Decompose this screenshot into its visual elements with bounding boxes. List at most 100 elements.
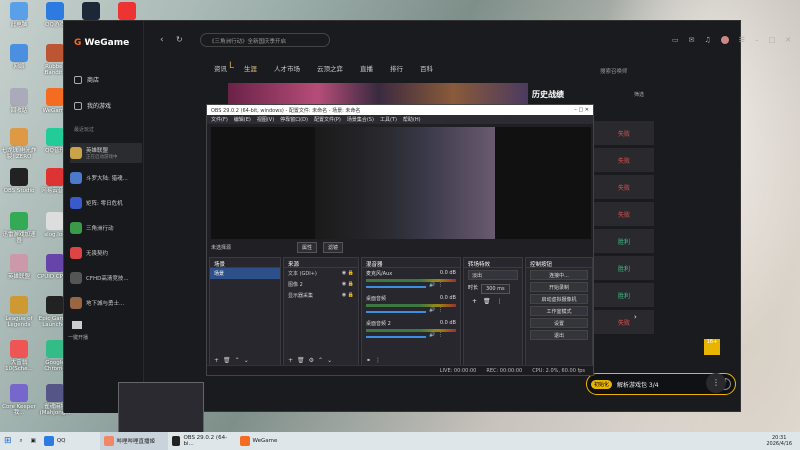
menu-icon[interactable]: ⋮ <box>497 298 503 305</box>
broadcast-icon[interactable] <box>72 321 82 329</box>
delete-icon[interactable]: 🗑 <box>297 357 305 364</box>
game-item[interactable]: 无畏契约 <box>70 243 142 263</box>
desktop-icon[interactable] <box>108 2 146 22</box>
obs-preview[interactable] <box>211 127 591 239</box>
add-icon[interactable]: + <box>214 357 219 364</box>
match-result[interactable]: 胜利 <box>594 256 654 280</box>
filter-button[interactable]: 筛选 <box>634 91 644 98</box>
move-down-icon[interactable]: ⌄ <box>327 357 332 364</box>
settings-icon[interactable]: ⚙ <box>309 357 314 364</box>
desktop-icon[interactable]: Core Keeper 我... <box>0 384 38 416</box>
task-view-icon[interactable]: ▣ <box>27 432 40 450</box>
control-button[interactable]: 设置 <box>530 318 588 328</box>
visibility-icon[interactable]: ◉ 🔒 <box>342 292 354 298</box>
lol-nav-item[interactable]: 资讯 <box>214 63 227 73</box>
desktop-icon[interactable]: 网络 <box>0 44 38 70</box>
game-item[interactable]: CFHD高清竞技... <box>70 268 142 288</box>
match-result[interactable]: 失败 <box>594 202 654 226</box>
taskbar-obs[interactable]: OBS 29.0.2 (64-bi... <box>168 432 236 450</box>
add-icon[interactable]: + <box>472 298 477 305</box>
start-button[interactable]: ⊞ <box>0 432 16 450</box>
delete-icon[interactable]: 🗑 <box>483 298 491 305</box>
obs-menu-item[interactable]: 场景集合(S) <box>347 116 374 123</box>
match-result[interactable]: 失败 <box>594 310 654 334</box>
duration-input[interactable]: 300 ms <box>481 284 510 294</box>
menu-icon[interactable]: ☰ <box>739 36 745 44</box>
obs-menu-item[interactable]: 配置文件(P) <box>314 116 341 123</box>
game-item[interactable]: 矩阵: 零日危机 <box>70 193 142 213</box>
settings-icon[interactable]: ⋮ <box>438 332 443 338</box>
lol-nav-item[interactable]: 云顶之弈 <box>317 63 343 73</box>
lol-nav-item[interactable]: 生涯 <box>244 63 257 73</box>
filters-button[interactable]: 滤镜 <box>323 241 344 253</box>
desktop-icon[interactable]: 七龙珠 电光炸裂! ZERO <box>0 128 38 160</box>
source-item[interactable]: 文本 (GDI+) ◉ 🔒 <box>284 268 358 279</box>
obs-menu-item[interactable]: 停靠窗口(D) <box>280 116 308 123</box>
next-arrow-icon[interactable]: › <box>634 313 637 321</box>
desktop-icon[interactable]: 迅雷游戏加速器 <box>0 212 38 244</box>
taskbar-qq[interactable]: QQ <box>40 432 70 450</box>
message-icon[interactable]: ▭ <box>672 36 679 44</box>
desktop-icon[interactable]: 大富翁10(Sche... <box>0 340 38 372</box>
more-icon[interactable]: ⋮ <box>706 373 726 393</box>
game-item[interactable]: 地下城与勇士... <box>70 293 142 313</box>
maximize-icon[interactable]: □ <box>769 36 776 44</box>
match-result[interactable]: 胜利 <box>594 283 654 307</box>
lol-nav-item[interactable]: 百科 <box>420 63 433 73</box>
obs-menu-item[interactable]: 工具(T) <box>380 116 397 123</box>
lol-nav-item[interactable]: 直播 <box>360 63 373 73</box>
speaker-icon[interactable]: 🔊 <box>429 282 435 288</box>
desktop-icon[interactable]: League of Legends <box>0 296 38 328</box>
volume-slider[interactable] <box>366 286 426 288</box>
control-button[interactable]: 工作室模式 <box>530 306 588 316</box>
source-item[interactable]: 图像 2 ◉ 🔒 <box>284 279 358 290</box>
desktop-icon[interactable]: 回收站 <box>0 88 38 114</box>
link-icon[interactable]: ⚭ <box>366 357 371 364</box>
game-item[interactable]: 斗罗大陆: 猎魂... <box>70 168 142 188</box>
delete-icon[interactable]: 🗑 <box>223 357 231 364</box>
search-input[interactable]: 《三角洲行动》全新国庆季开启 <box>200 33 330 47</box>
control-button[interactable]: 退出 <box>530 330 588 340</box>
speaker-icon[interactable]: 🔊 <box>429 332 435 338</box>
minimize-icon[interactable]: – <box>755 36 759 44</box>
avatar[interactable] <box>720 36 729 44</box>
obs-menu-item[interactable]: 视图(V) <box>257 116 274 123</box>
clock[interactable]: 20:31 2026/4/16 <box>766 435 800 447</box>
move-up-icon[interactable]: ⌃ <box>235 357 240 364</box>
move-down-icon[interactable]: ⌄ <box>244 357 249 364</box>
obs-menu-item[interactable]: 帮助(H) <box>403 116 421 123</box>
transition-select[interactable]: 淡出 <box>468 270 518 280</box>
menu-icon[interactable]: ⋮ <box>375 357 381 364</box>
game-item[interactable]: 英雄联盟 正在启动游戏中 <box>70 143 142 163</box>
properties-button[interactable]: 属性 <box>297 241 318 253</box>
move-up-icon[interactable]: ⌃ <box>318 357 323 364</box>
summoner-search[interactable]: 搜索召唤师 <box>600 67 628 75</box>
close-icon[interactable]: ✕ <box>785 36 791 44</box>
nav-my-games[interactable]: 我的游戏 <box>74 101 111 110</box>
lol-nav-item[interactable]: 排行 <box>390 63 403 73</box>
control-button[interactable]: 开始录制 <box>530 282 588 292</box>
refresh-icon[interactable]: ↻ <box>176 35 183 44</box>
desktop-icon[interactable]: OBS Studio <box>0 168 38 194</box>
taskbar-wegame[interactable]: WeGame <box>236 432 304 450</box>
window-controls[interactable]: – □ ✕ <box>574 107 593 113</box>
obs-window[interactable]: OBS 29.0.2 (64-bit, windows) - 配置文件: 未命名… <box>206 104 594 376</box>
control-button[interactable]: 启动虚拟摄像机 <box>530 294 588 304</box>
match-result[interactable]: 胜利 <box>594 229 654 253</box>
notification-icon[interactable]: ♫ <box>705 36 711 44</box>
taskbar-thumbnail-preview[interactable] <box>118 382 204 434</box>
one-click-broadcast[interactable]: 一键开播 <box>68 334 88 341</box>
scene-item[interactable]: 场景 <box>210 268 280 279</box>
source-item[interactable]: 显示器采集 ◉ 🔒 <box>284 290 358 301</box>
desktop-icon[interactable]: 英雄联盟 <box>0 254 38 280</box>
desktop-icon[interactable]: 此电脑 <box>0 2 38 28</box>
volume-slider[interactable] <box>366 311 426 313</box>
visibility-icon[interactable]: ◉ 🔒 <box>342 281 354 287</box>
volume-slider[interactable] <box>366 336 426 338</box>
obs-menu-item[interactable]: 文件(F) <box>211 116 228 123</box>
game-item[interactable]: 三角洲行动 <box>70 218 142 238</box>
speaker-icon[interactable]: 🔊 <box>429 307 435 313</box>
settings-icon[interactable]: ⋮ <box>438 282 443 288</box>
match-result[interactable]: 失败 <box>594 175 654 199</box>
control-button[interactable]: 连接中... <box>530 270 588 280</box>
